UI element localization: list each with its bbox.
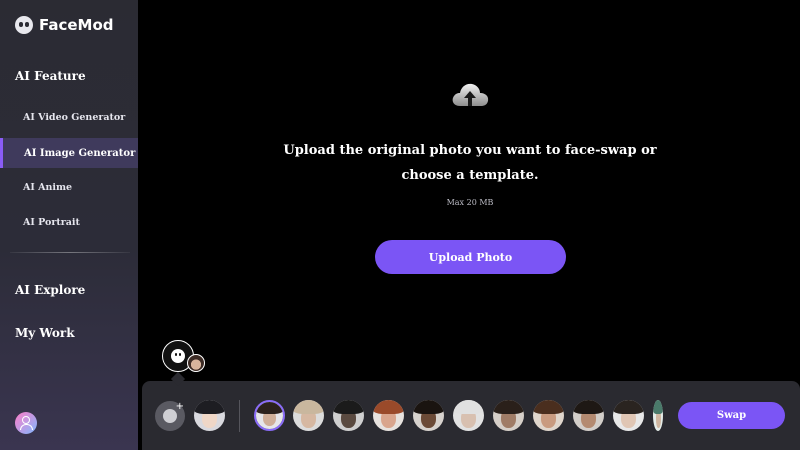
sidebar-divider — [10, 252, 130, 253]
face-template-thumbnail[interactable] — [373, 400, 404, 431]
user-icon[interactable] — [15, 412, 37, 434]
face-template-thumbnail[interactable] — [493, 400, 524, 431]
upload-instruction: Upload the original photo you want to fa… — [283, 143, 657, 183]
max-size-label: Max 20 MB — [446, 198, 494, 207]
face-icon — [171, 349, 185, 363]
section-ai-explore[interactable]: AI Explore — [15, 283, 85, 297]
sidebar-item-ai-image-generator[interactable]: AI Image Generator — [0, 138, 138, 168]
swap-target-thumbnail — [187, 354, 205, 372]
face-template-thumbnail[interactable] — [453, 400, 484, 431]
section-ai-feature[interactable]: AI Feature — [15, 69, 86, 83]
face-template-thumbnail[interactable] — [333, 400, 364, 431]
sidebar: FaceMod AI Feature AI Video Generator AI… — [0, 0, 138, 450]
face-template-thumbnail[interactable] — [413, 400, 444, 431]
sidebar-item-ai-video-generator[interactable]: AI Video Generator — [0, 102, 138, 132]
anime-face-thumbnail[interactable] — [194, 400, 225, 431]
add-face-button[interactable] — [155, 401, 185, 431]
app-name: FaceMod — [39, 16, 114, 34]
face-template-thumbnail[interactable] — [613, 400, 644, 431]
face-template-thumbnail[interactable] — [293, 400, 324, 431]
add-face-icon — [163, 401, 184, 423]
facemod-logo-icon — [15, 16, 33, 34]
face-template-thumbnail[interactable] — [653, 400, 663, 431]
sidebar-item-ai-portrait[interactable]: AI Portrait — [0, 207, 138, 237]
face-template-thumbnail[interactable] — [254, 400, 285, 431]
swap-button[interactable]: Swap — [678, 402, 785, 429]
logo[interactable]: FaceMod — [15, 14, 114, 36]
face-template-thumbnail[interactable] — [533, 400, 564, 431]
tray-divider — [239, 400, 240, 432]
face-template-thumbnail[interactable] — [573, 400, 604, 431]
cloud-upload-icon[interactable] — [450, 80, 490, 108]
section-my-work[interactable]: My Work — [15, 326, 75, 340]
upload-photo-button[interactable]: Upload Photo — [375, 240, 566, 274]
sidebar-item-ai-anime[interactable]: AI Anime — [0, 172, 138, 202]
